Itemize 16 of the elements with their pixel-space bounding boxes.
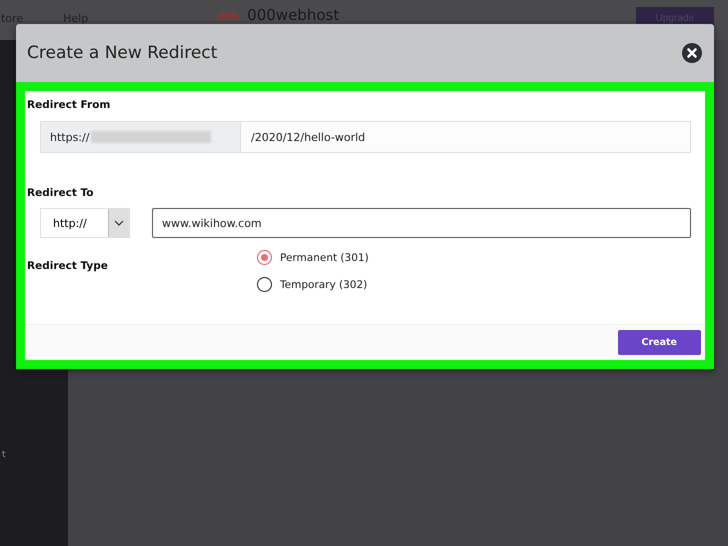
radio-label[interactable]: Temporary (302) <box>280 278 368 290</box>
radio-button[interactable] <box>257 277 272 292</box>
sidebar-item[interactable]: t <box>1 450 6 460</box>
redirect-to-field[interactable]: www.wikihow.com <box>152 208 691 238</box>
radio-button[interactable] <box>257 250 272 265</box>
chevron-down-icon <box>114 220 124 226</box>
field-label: Redirect From <box>27 99 112 111</box>
modal-title: Create a New Redirect <box>27 43 218 63</box>
radio-label[interactable]: Permanent (301) <box>280 252 369 264</box>
url-prefix: https:// <box>50 130 90 144</box>
create-button[interactable]: Create <box>618 330 701 355</box>
field-label: Redirect To <box>27 187 95 199</box>
field-label: Redirect Type <box>27 260 109 274</box>
redirect-from-field[interactable]: https:// /2020/12/hello-world <box>40 121 691 153</box>
close-icon[interactable] <box>682 43 702 63</box>
protocol-select[interactable]: http:// <box>40 208 130 238</box>
